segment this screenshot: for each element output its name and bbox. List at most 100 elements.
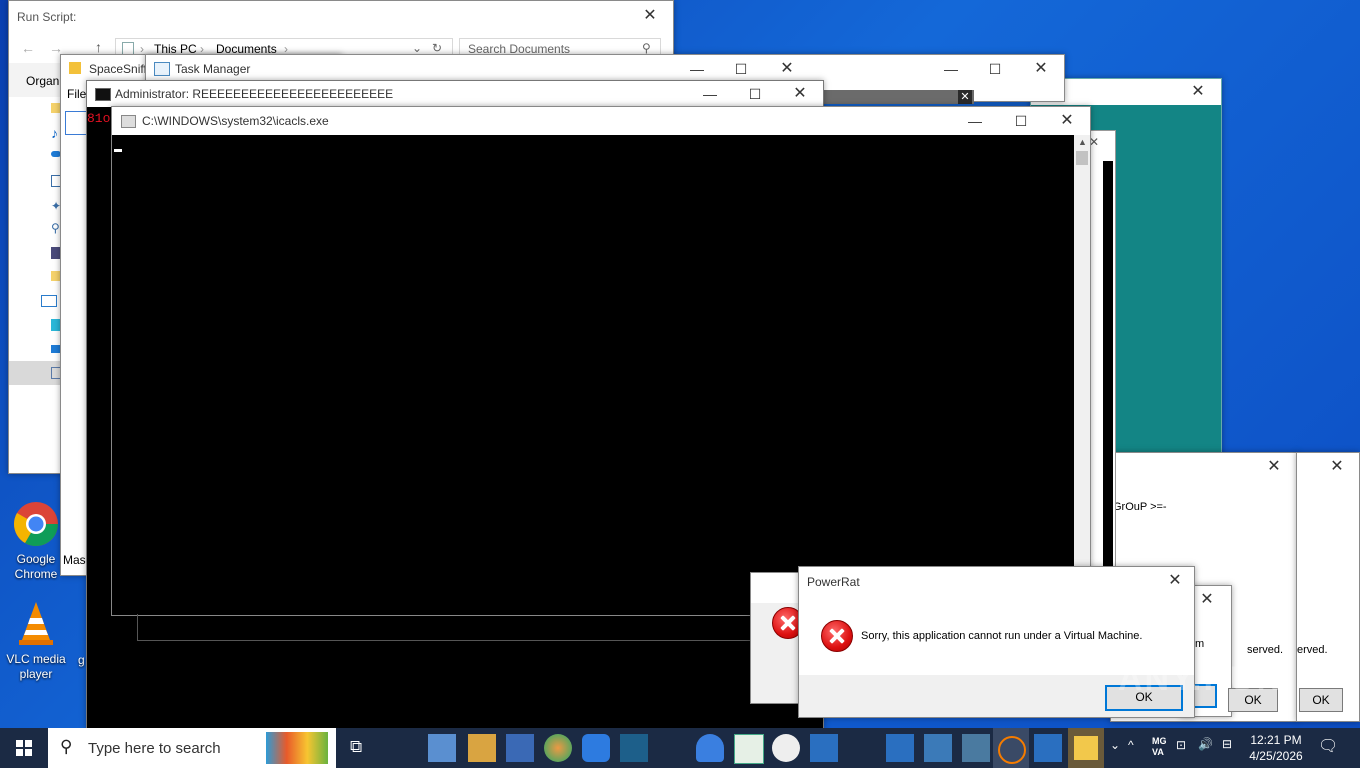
close-icon[interactable]: ✕	[1157, 567, 1193, 595]
lang-bottom: VA	[1152, 747, 1164, 757]
scroll-thumb[interactable]	[1076, 151, 1088, 165]
taskbar-app-active[interactable]	[1068, 728, 1104, 768]
organize-menu[interactable]: Organ	[26, 74, 59, 88]
window-title: Run Script:	[17, 10, 77, 24]
minimize-icon[interactable]: —	[674, 55, 720, 83]
search-icon[interactable]: ⚲	[51, 221, 60, 235]
task-view-icon[interactable]: ⧉	[350, 737, 362, 757]
clock-date: 4/25/2026	[1249, 749, 1303, 763]
scrollbar[interactable]: ▲	[1074, 135, 1090, 615]
maximize-icon[interactable]: ☐	[732, 81, 778, 107]
taskbar-search-box[interactable]: ⚲ Type here to search	[48, 728, 336, 768]
taskbar-app-icon[interactable]	[620, 734, 648, 762]
desktop-icon-partial-label: g	[78, 653, 85, 667]
search-icon: ⚲	[642, 41, 651, 55]
lang-top: MG	[1152, 736, 1167, 746]
minimize-icon[interactable]: —	[952, 107, 998, 135]
status-label: Mas	[63, 553, 86, 567]
taskbar: ⚲ Type here to search ⧉ ⌄ ^ MG VA ⊡ 🔊 ⊟ …	[0, 728, 1360, 768]
task-manager-icon	[154, 62, 170, 76]
dialog-text: GrOuP >=-	[1113, 501, 1167, 513]
taskbar-search-placeholder: Type here to search	[88, 740, 221, 757]
close-icon[interactable]: ✕	[1044, 107, 1090, 135]
network-icon[interactable]: ⊟	[1222, 737, 1232, 751]
taskbar-app-icon[interactable]	[810, 734, 838, 762]
navigation-pane: ♪ ✦ ⚲	[9, 97, 63, 473]
clock[interactable]: 12:21 PM 4/25/2026	[1242, 732, 1310, 764]
explorer-titlebar: Run Script: ✕	[9, 1, 673, 31]
up-arrow-icon[interactable]: ↑	[95, 39, 102, 55]
close-icon[interactable]: ✕	[1175, 79, 1221, 105]
scroll-up-icon[interactable]: ▲	[1078, 137, 1087, 147]
this-pc-icon[interactable]	[41, 295, 57, 307]
maximize-icon[interactable]: ☐	[718, 55, 764, 83]
vlc-cone-icon	[19, 602, 53, 645]
window-title: SpaceSniff	[89, 62, 147, 76]
icacls-window[interactable]: C:\WINDOWS\system32\icacls.exe — ☐ ✕ ▲	[111, 106, 1091, 616]
close-icon[interactable]: ✕	[1317, 453, 1357, 481]
volume-icon[interactable]: 🔊	[1198, 737, 1213, 751]
back-arrow-icon[interactable]: ←	[21, 40, 35, 56]
taskbar-app-icon[interactable]	[772, 734, 800, 762]
background-dialog-edge[interactable]: ✕ erved. OK	[1296, 452, 1360, 722]
taskbar-app-icon[interactable]	[544, 734, 572, 762]
ok-button[interactable]: OK	[1299, 688, 1343, 712]
gray-strip: ✕	[820, 90, 974, 104]
dialog-title: PowerRat	[807, 575, 860, 589]
taskbar-app-icon[interactable]	[428, 734, 456, 762]
maximize-icon[interactable]: ☐	[998, 107, 1044, 135]
clock-time: 12:21 PM	[1250, 733, 1302, 747]
taskbar-app-active[interactable]	[993, 728, 1029, 768]
taskbar-app-icon[interactable]	[1034, 734, 1062, 762]
console-frame-edge	[137, 614, 799, 641]
icacls-titlebar: C:\WINDOWS\system32\icacls.exe — ☐ ✕	[112, 107, 1090, 135]
language-indicator[interactable]: MG VA	[1152, 736, 1167, 758]
close-icon[interactable]: ✕	[777, 81, 823, 107]
window-title: C:\WINDOWS\system32\icacls.exe	[142, 114, 329, 128]
close-icon[interactable]: ✕	[764, 55, 810, 83]
music-icon[interactable]: ♪	[51, 125, 58, 141]
chevron-down-icon[interactable]: ⌄	[1110, 738, 1120, 752]
taskbar-app-icon[interactable]	[506, 734, 534, 762]
cmd-icon	[95, 88, 111, 101]
start-button[interactable]	[0, 728, 48, 768]
spacesniffer-icon	[69, 62, 81, 74]
chevron-down-icon[interactable]: ⌄	[412, 41, 422, 55]
dialog-text: m	[1195, 638, 1205, 650]
minimize-icon[interactable]: —	[687, 81, 733, 107]
console-cursor	[114, 149, 122, 152]
file-menu[interactable]: File	[67, 87, 86, 101]
close-icon[interactable]: ✕	[958, 90, 972, 104]
error-icon	[821, 620, 853, 652]
taskbar-app-icon[interactable]	[734, 734, 764, 764]
taskbar-app-icon[interactable]	[924, 734, 952, 762]
taskbar-app-icon[interactable]	[468, 734, 496, 762]
chrome-icon	[14, 502, 58, 546]
nav-item-selected[interactable]	[9, 361, 63, 385]
meet-now-icon[interactable]: ⊡	[1176, 738, 1186, 752]
background-console-window: ✕	[1088, 130, 1116, 572]
ghost-icon[interactable]	[696, 734, 724, 762]
close-icon[interactable]: ✕	[1251, 453, 1297, 481]
refresh-icon[interactable]: ↻	[432, 41, 442, 55]
windows-logo-icon	[16, 740, 32, 756]
console-scroll-track	[1103, 161, 1113, 567]
close-icon[interactable]: ✕	[627, 1, 673, 31]
taskbar-app-icon[interactable]	[886, 734, 914, 762]
chevron-up-icon[interactable]: ^	[1128, 738, 1134, 752]
taskbar-app-icon[interactable]	[582, 734, 610, 762]
search-icon: ⚲	[60, 737, 73, 756]
dialog-text: erved.	[1297, 644, 1328, 656]
desktop-icon-vlc[interactable]: VLC media player	[1, 600, 71, 682]
dialog-text: served.	[1247, 644, 1284, 656]
notification-icon[interactable]: 🗨	[1318, 736, 1338, 756]
anyrun-watermark: ANY.RUN	[1118, 660, 1284, 698]
search-highlight-image	[266, 732, 328, 764]
console-app-icon	[121, 115, 136, 128]
minimize-icon[interactable]: —	[928, 55, 974, 83]
maximize-icon[interactable]: ☐	[972, 55, 1018, 83]
close-icon[interactable]: ✕	[1018, 55, 1064, 83]
admin-cmd-titlebar: Administrator: REEEEEEEEEEEEEEEEEEEEEEEE…	[87, 81, 823, 107]
window-title: Task Manager	[175, 62, 251, 76]
taskbar-app-icon[interactable]	[962, 734, 990, 762]
